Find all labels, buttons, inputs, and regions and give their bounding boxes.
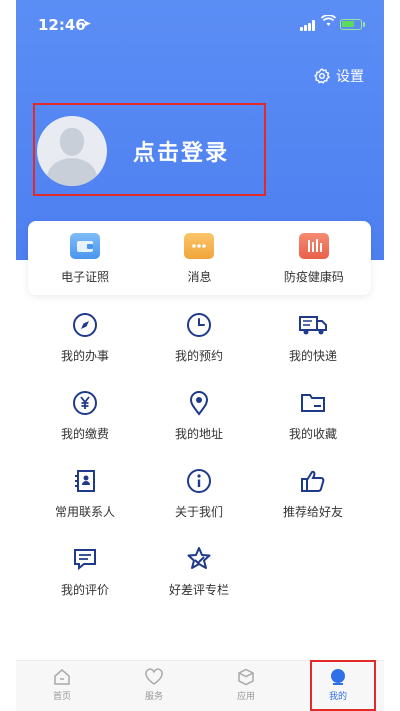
menu-item-label: 我的缴费: [60, 427, 109, 441]
menu-item-my-appointments[interactable]: 我的预约: [142, 310, 256, 388]
menu-item-label: 我的办事: [60, 349, 109, 363]
quick-action-label: 消息: [187, 270, 212, 284]
compass-icon: [70, 310, 100, 340]
login-button[interactable]: 点击登录: [33, 103, 266, 196]
avatar-body: [47, 158, 97, 186]
clock-icon: [184, 310, 214, 340]
battery-icon: [340, 19, 362, 30]
message-icon: [184, 233, 215, 259]
tab-services[interactable]: 服务: [108, 661, 200, 711]
menu-item-my-express[interactable]: 我的快递: [256, 310, 370, 388]
active-tab-highlight: [310, 660, 376, 711]
menu-item-my-favorites[interactable]: 我的收藏: [256, 388, 370, 466]
gear-icon: [314, 68, 330, 84]
tab-label: 应用: [236, 692, 255, 702]
menu-item-my-affairs[interactable]: 我的办事: [28, 310, 142, 388]
menu-item-label: 我的评价: [60, 583, 109, 597]
menu-item-label: 我的地址: [174, 427, 223, 441]
menu-item-my-payments[interactable]: 我的缴费: [28, 388, 142, 466]
menu-item-my-reviews[interactable]: 我的评价: [28, 544, 142, 622]
wallet-icon: [70, 233, 101, 259]
menu-item-feedback-column[interactable]: 好差评专栏: [142, 544, 256, 622]
quick-action-health-code[interactable]: 防疫健康码: [257, 221, 371, 295]
battery-tip: [363, 22, 365, 27]
wifi-icon: [320, 14, 337, 31]
menu-item-contacts[interactable]: 常用联系人: [28, 466, 142, 544]
quick-action-messages[interactable]: 消息: [142, 221, 256, 295]
home-icon: [52, 667, 72, 687]
quick-action-label: 电子证照: [61, 270, 110, 284]
quick-action-label: 防疫健康码: [283, 270, 344, 284]
menu-row: 我的评价 好差评专栏: [28, 544, 371, 622]
menu-item-label: 好差评专栏: [168, 583, 229, 597]
truck-icon: [298, 310, 328, 340]
location-arrow-icon: ➤: [82, 17, 92, 30]
heart-icon: [144, 667, 164, 687]
menu-item-label: 关于我们: [174, 505, 223, 519]
menu-item-label: 我的收藏: [288, 427, 337, 441]
menu-row: 我的办事 我的预约 我的快递: [28, 310, 371, 388]
quick-action-e-license[interactable]: 电子证照: [28, 221, 142, 295]
signal-icon: [300, 20, 316, 31]
menu-item-label: 我的预约: [174, 349, 223, 363]
settings-label: 设置: [336, 69, 364, 85]
comment-icon: [70, 544, 100, 574]
cube-icon: [236, 667, 256, 687]
settings-button[interactable]: 设置: [314, 66, 364, 86]
menu-item-label: 我的快递: [288, 349, 337, 363]
status-bar: 12:46 ➤: [16, 0, 384, 50]
menu-item-about-us[interactable]: 关于我们: [142, 466, 256, 544]
phone-screen: 12:46 ➤ 设置 点击登录 电子证照 消息 防疫健康码 我的办事 我的预约 …: [16, 0, 384, 711]
tab-label: 服务: [144, 692, 163, 702]
login-label: 点击登录: [133, 141, 230, 166]
star-badge-icon: [184, 544, 214, 574]
menu-grid: 我的办事 我的预约 我的快递 我的缴费 我的地址 我的收藏 常用联系人 关于我们…: [28, 310, 371, 622]
menu-item-recommend-friends[interactable]: 推荐给好友: [256, 466, 370, 544]
avatar-head: [60, 128, 84, 156]
avatar[interactable]: [37, 116, 107, 186]
menu-item-my-address[interactable]: 我的地址: [142, 388, 256, 466]
health-code-icon: [298, 233, 329, 259]
thumbs-up-icon: [298, 466, 328, 496]
yuan-icon: [70, 388, 100, 418]
contact-card-icon: [70, 466, 100, 496]
menu-item-label: 常用联系人: [54, 505, 115, 519]
tab-home[interactable]: 首页: [16, 661, 108, 711]
menu-item-label: 推荐给好友: [282, 505, 343, 519]
folder-icon: [298, 388, 328, 418]
menu-row: 常用联系人 关于我们 推荐给好友: [28, 466, 371, 544]
info-icon: [184, 466, 214, 496]
menu-row: 我的缴费 我的地址 我的收藏: [28, 388, 371, 466]
quick-actions-card: 电子证照 消息 防疫健康码: [28, 221, 371, 295]
tab-apps[interactable]: 应用: [200, 661, 292, 711]
tab-label: 首页: [52, 692, 71, 702]
location-icon: [184, 388, 214, 418]
status-time: 12:46: [38, 16, 86, 34]
